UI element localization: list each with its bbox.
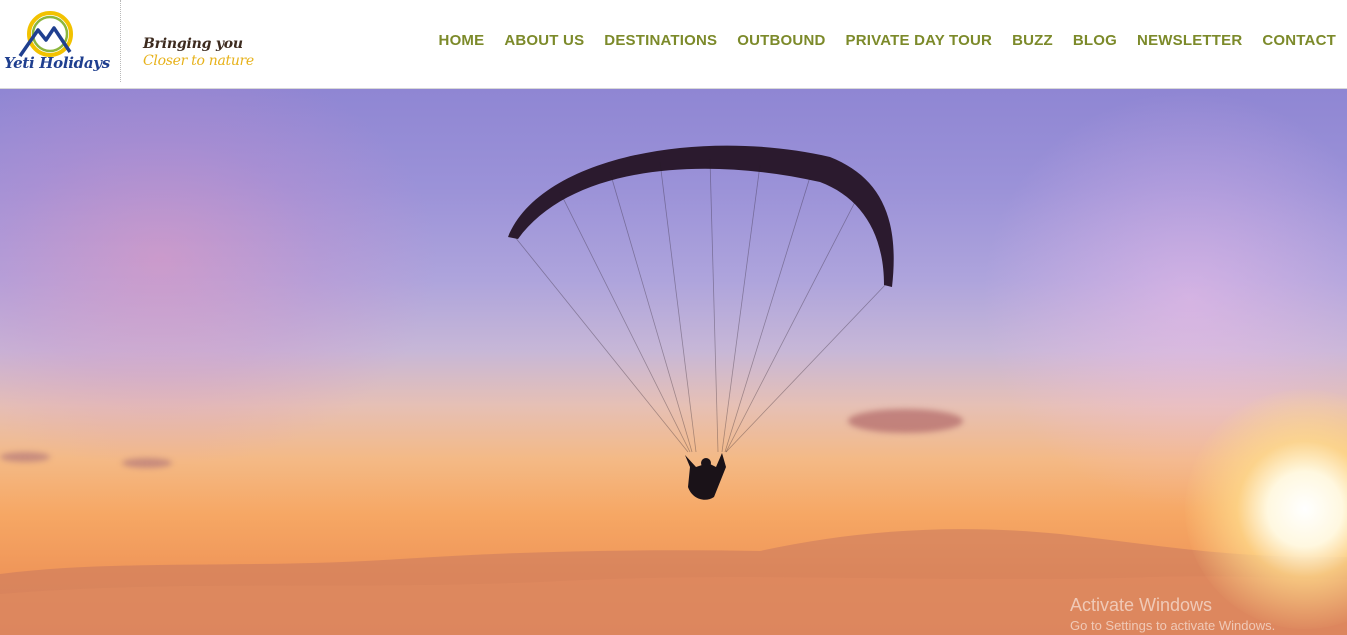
site-header: Yeti Holidays Bringing you Closer to nat… — [0, 0, 1347, 89]
cloud — [122, 458, 172, 468]
cloud — [0, 452, 50, 462]
sky-glow — [0, 89, 440, 469]
brand-logo[interactable]: Yeti Holidays — [2, 8, 112, 82]
horizon-hills — [0, 529, 1347, 635]
tagline: Bringing you Closer to nature — [143, 36, 254, 70]
nav-contact[interactable]: CONTACT — [1262, 32, 1336, 49]
nav-destinations[interactable]: DESTINATIONS — [604, 32, 717, 49]
nav-home[interactable]: HOME — [439, 32, 485, 49]
brand-name: Yeti Holidays — [4, 54, 110, 72]
header-divider — [120, 0, 121, 82]
paraglider-icon — [508, 145, 894, 500]
tagline-line-1: Bringing you — [143, 36, 243, 52]
nav-outbound[interactable]: OUTBOUND — [737, 32, 825, 49]
nav-newsletter[interactable]: NEWSLETTER — [1137, 32, 1242, 49]
nav-about-us[interactable]: ABOUT US — [504, 32, 584, 49]
nav-blog[interactable]: BLOG — [1073, 32, 1117, 49]
nav-private-day-tour[interactable]: PRIVATE DAY TOUR — [846, 32, 993, 49]
nav-buzz[interactable]: BUZZ — [1012, 32, 1053, 49]
hero-banner — [0, 89, 1347, 635]
main-nav: HOME ABOUT US DESTINATIONS OUTBOUND PRIV… — [439, 32, 1336, 49]
tagline-line-2: Closer to nature — [143, 53, 254, 69]
